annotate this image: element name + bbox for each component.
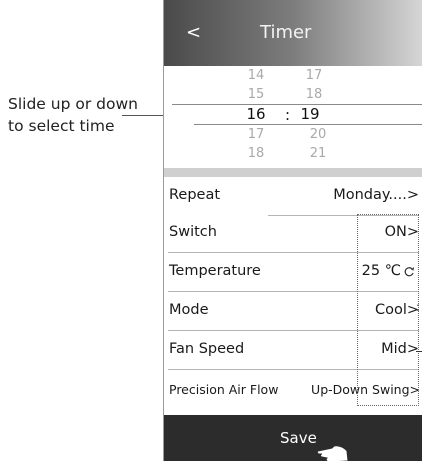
- hand-pointer-icon: [316, 445, 349, 461]
- setting-temperature[interactable]: Temperature 25 ℃: [164, 253, 422, 292]
- page-title: Timer: [260, 22, 312, 43]
- setting-repeat[interactable]: Repeat Monday....>: [164, 177, 422, 216]
- setting-label: Fan Speed: [169, 341, 245, 357]
- setting-label: Temperature: [169, 263, 261, 279]
- setting-label: Mode: [169, 302, 209, 318]
- callout-line1: Slide up or down: [8, 95, 138, 113]
- sync-icon[interactable]: [403, 266, 415, 278]
- setting-label: Repeat: [169, 187, 221, 203]
- save-button[interactable]: Save: [164, 415, 422, 461]
- edge-tick: [416, 351, 422, 352]
- time-picker[interactable]: 14 15 16 17 18 : 17 18 19 20 21: [164, 66, 422, 168]
- minute-option[interactable]: 21: [298, 146, 338, 161]
- setting-label: Switch: [169, 224, 217, 240]
- setting-value[interactable]: 25 ℃: [362, 263, 401, 279]
- setting-value[interactable]: Monday....>: [333, 187, 419, 203]
- setting-value[interactable]: Cool>: [375, 302, 419, 318]
- setting-value[interactable]: Mid>: [381, 341, 419, 357]
- setting-value[interactable]: ON>: [385, 224, 419, 240]
- phone-screen: < Timer 14 15 16 17 18 : 17 18 19 20 21 …: [163, 0, 422, 461]
- hour-option[interactable]: 14: [236, 68, 276, 83]
- hour-option[interactable]: 15: [236, 87, 276, 102]
- minute-selected[interactable]: 19: [290, 105, 330, 123]
- section-divider: [164, 168, 422, 177]
- callout-line2: to select time: [8, 117, 115, 135]
- hour-selected[interactable]: 16: [236, 105, 276, 123]
- setting-mode[interactable]: Mode Cool>: [164, 292, 422, 331]
- setting-switch[interactable]: Switch ON>: [164, 214, 422, 253]
- hour-option[interactable]: 17: [236, 127, 276, 142]
- picker-highlight-bottom: [194, 124, 422, 125]
- save-label: Save: [280, 429, 317, 447]
- setting-label: Precision Air Flow: [169, 382, 279, 397]
- title-bar: < Timer: [164, 0, 422, 66]
- setting-precision-air-flow[interactable]: Precision Air Flow Up-Down Swing>: [164, 370, 422, 409]
- minute-option[interactable]: 17: [294, 68, 334, 83]
- edge-mark: :: [416, 300, 421, 314]
- picker-highlight-top: [172, 104, 422, 105]
- hour-option[interactable]: 18: [236, 146, 276, 161]
- minute-option[interactable]: 18: [294, 87, 334, 102]
- chevron-left-icon[interactable]: <: [186, 22, 201, 43]
- setting-value[interactable]: Up-Down Swing>: [311, 382, 420, 397]
- setting-fan-speed[interactable]: Fan Speed Mid>: [164, 331, 422, 370]
- minute-option[interactable]: 20: [298, 127, 338, 142]
